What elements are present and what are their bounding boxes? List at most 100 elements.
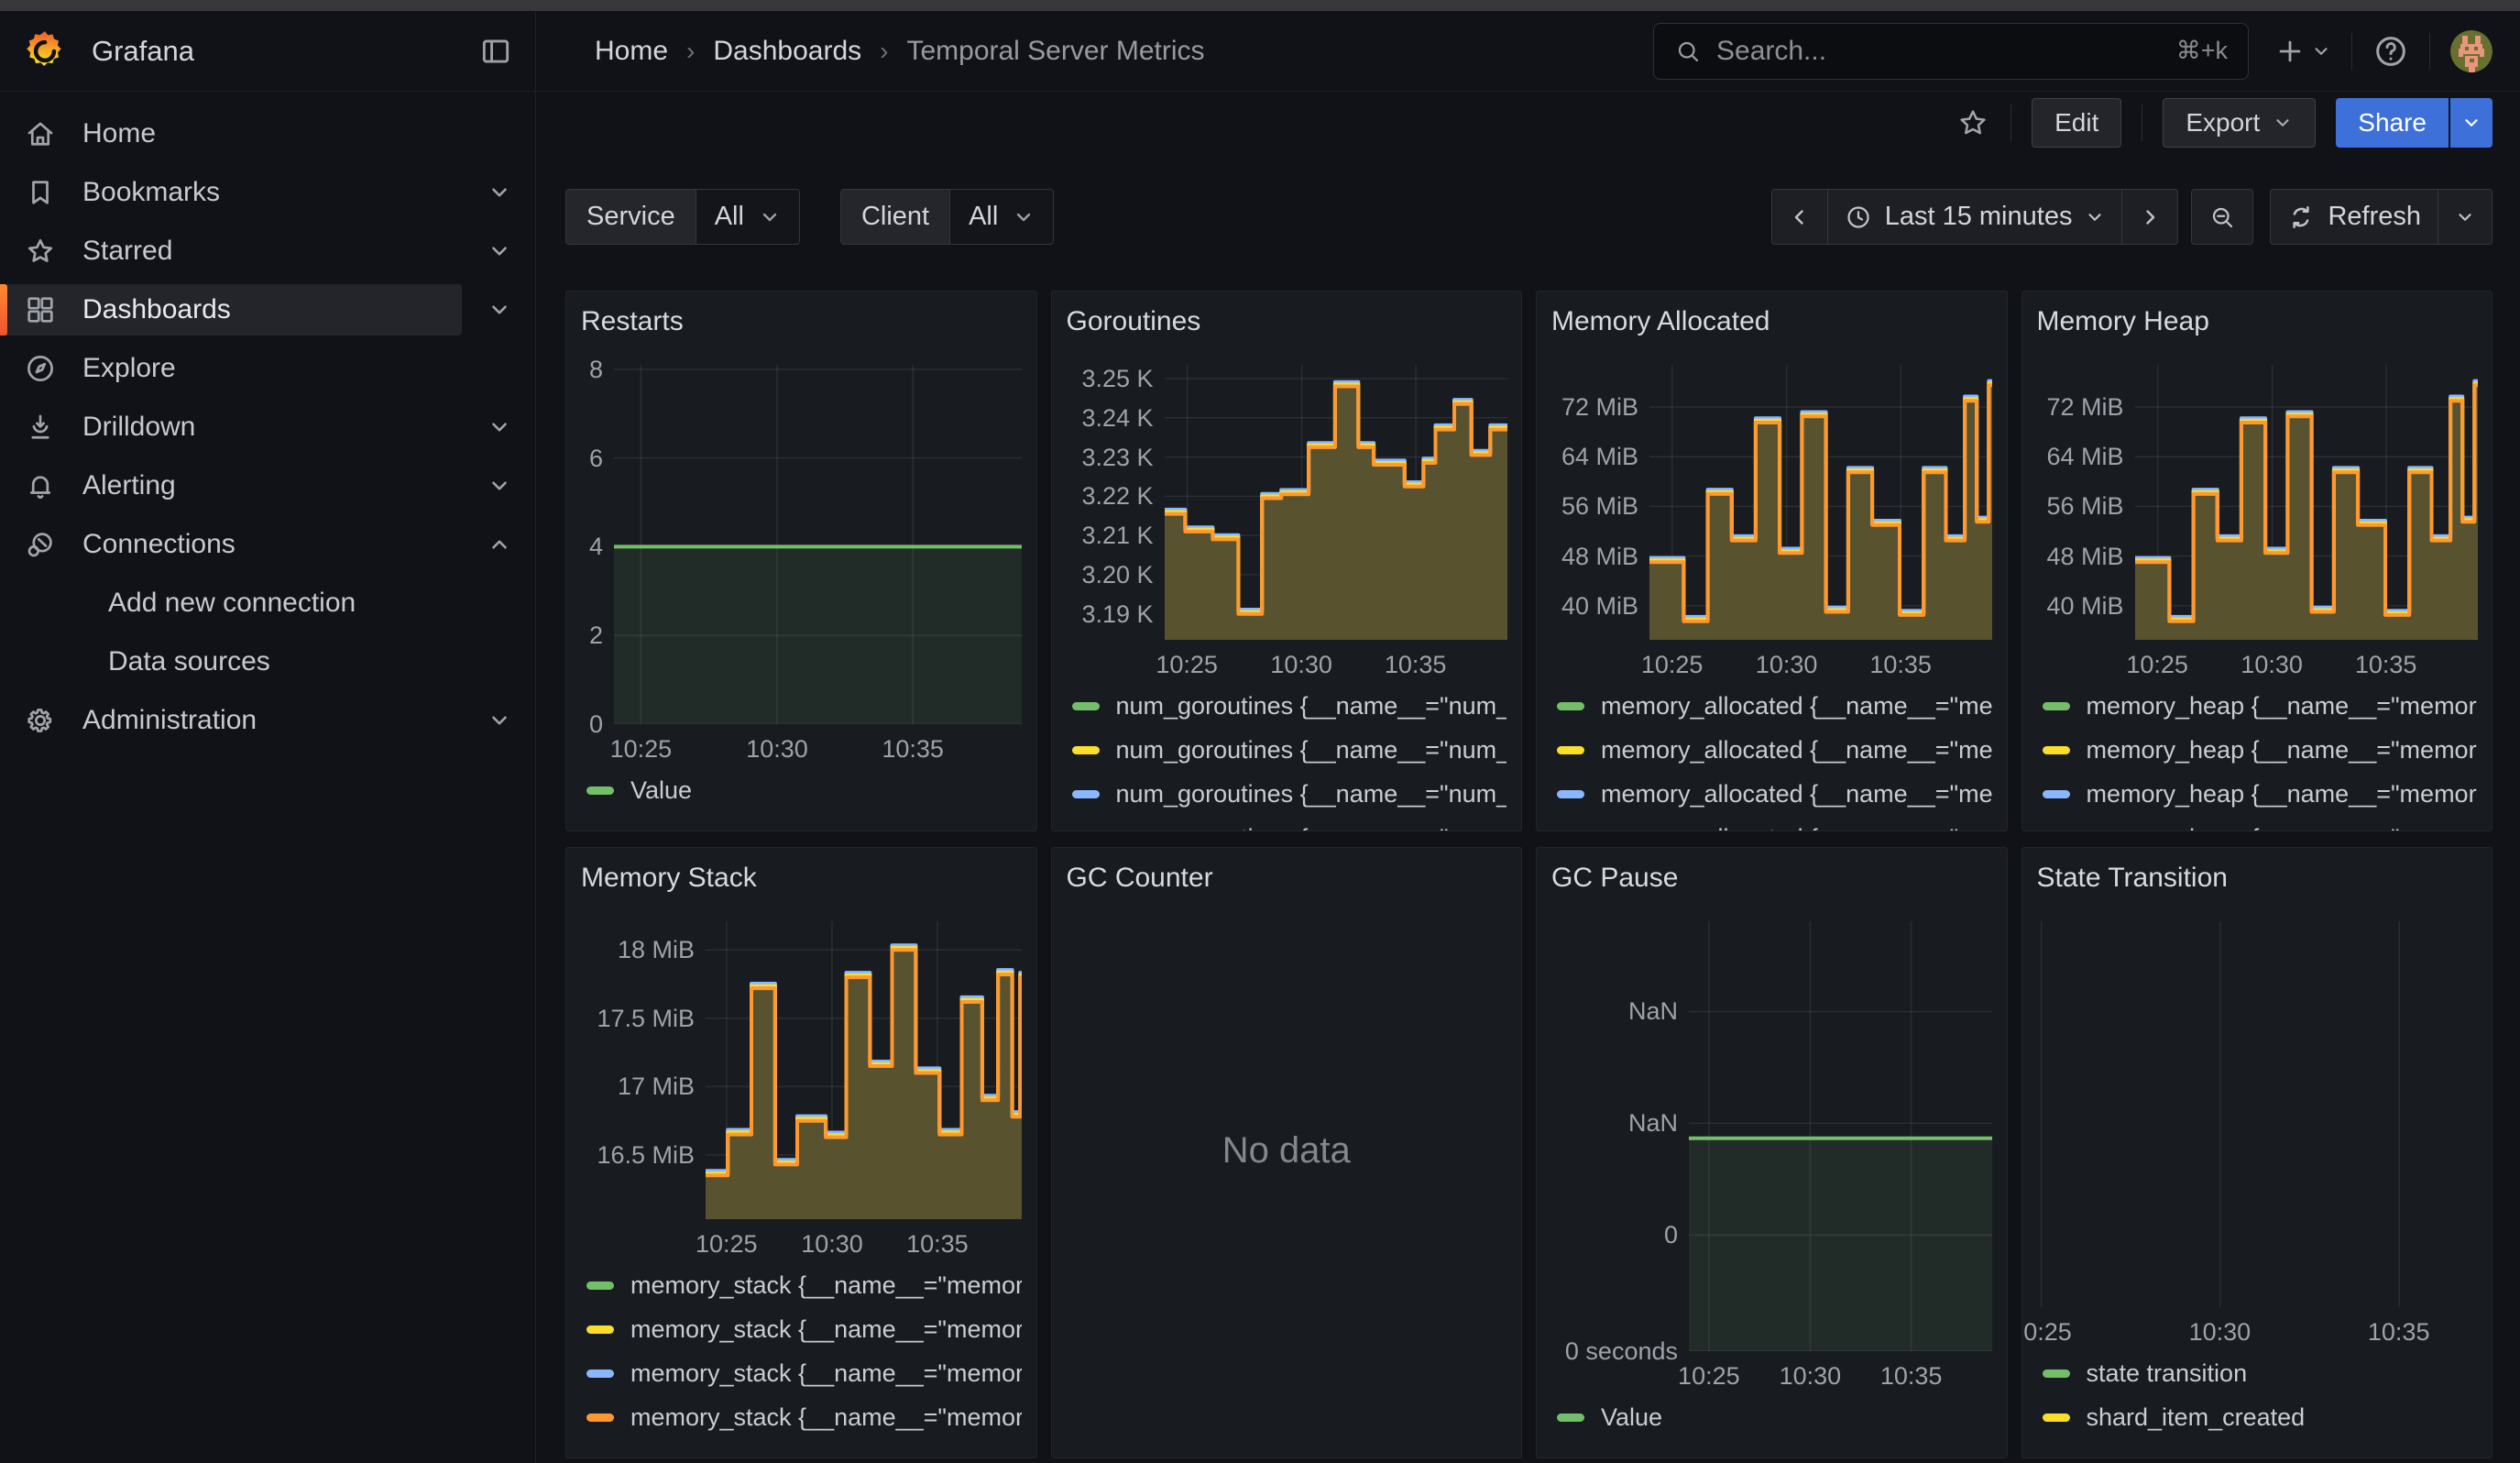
legend-item[interactable]: memory_stack {__name__="memory_s xyxy=(586,1311,1022,1348)
y-axis-label: 3.23 K xyxy=(1081,443,1153,472)
legend-item[interactable]: num_goroutines {__name__="num_go xyxy=(1072,776,1507,812)
legend-item[interactable]: memory_allocated {__name__="memo xyxy=(1557,776,1992,812)
divider xyxy=(2429,33,2430,70)
sidebar-item-label: Connections xyxy=(82,529,236,560)
x-axis-label: 10:25 xyxy=(2126,651,2188,679)
legend-item[interactable]: num_goroutines {__name__="num_go xyxy=(1072,820,1507,830)
chevron-down-icon xyxy=(2273,113,2293,133)
panel-title[interactable]: Memory Heap xyxy=(2037,302,2478,343)
y-axis: 72 MiB64 MiB56 MiB48 MiB40 MiB xyxy=(1551,365,1649,640)
legend-item[interactable]: Value xyxy=(1557,1399,1992,1436)
breadcrumb-item[interactable]: Dashboards xyxy=(713,36,861,67)
chevron-down-icon xyxy=(488,239,511,263)
chart-canvas[interactable] xyxy=(614,365,1022,724)
sidebar-item-dashboards[interactable]: Dashboards xyxy=(0,284,535,336)
zoom-out-button[interactable] xyxy=(2191,189,2253,245)
legend-item[interactable]: memory_stack {__name__="memory_s xyxy=(586,1267,1022,1304)
breadcrumb-item: Temporal Server Metrics xyxy=(906,36,1204,67)
filter-value[interactable]: All xyxy=(696,190,799,244)
y-axis-label: 40 MiB xyxy=(2046,591,2123,621)
filter-client[interactable]: ClientAll xyxy=(840,189,1054,245)
search-box[interactable]: ⌘+k xyxy=(1653,23,2249,80)
search-input[interactable] xyxy=(1716,36,2176,67)
legend-item[interactable]: memory_stack {__name__="memory_s xyxy=(586,1399,1022,1436)
chevron-down-icon xyxy=(2311,41,2331,61)
chart-canvas[interactable] xyxy=(1165,365,1507,640)
legend-label: memory_stack {__name__="memory_s xyxy=(630,1359,1022,1388)
legend-item[interactable]: Value xyxy=(586,772,1022,808)
chart-canvas[interactable] xyxy=(2135,365,2478,640)
chart-area: 10:2510:3010:35 xyxy=(2022,921,2493,1348)
panel-title[interactable]: Restarts xyxy=(581,302,1022,343)
legend-item[interactable]: memory_stack {__name__="memory_s xyxy=(586,1355,1022,1392)
legend-item[interactable]: num_goroutines {__name__="num_go xyxy=(1072,688,1507,724)
panel-title[interactable]: Memory Stack xyxy=(581,859,1022,899)
legend-item[interactable]: shard_item_created xyxy=(2043,1399,2478,1436)
filter-service[interactable]: ServiceAll xyxy=(565,189,800,245)
legend-item[interactable]: memory_allocated {__name__="memo xyxy=(1557,688,1992,724)
chart-canvas[interactable] xyxy=(2022,921,2493,1307)
refresh-interval-button[interactable] xyxy=(2438,189,2493,245)
sidebar-item-administration[interactable]: Administration xyxy=(0,695,535,746)
help-icon[interactable] xyxy=(2372,33,2409,70)
legend: num_goroutines {__name__="num_go num_goro… xyxy=(1067,680,1507,830)
share-button[interactable]: Share xyxy=(2336,98,2449,148)
legend-item[interactable]: memory_heap {__name__="memory_h xyxy=(2043,776,2478,812)
chevron-down-icon xyxy=(759,206,781,228)
breadcrumb-item[interactable]: Home xyxy=(595,36,668,67)
sidebar-item-connections[interactable]: Connections xyxy=(0,519,535,570)
y-axis-label: 64 MiB xyxy=(1561,442,1638,471)
x-axis-label: 10:35 xyxy=(1385,651,1447,679)
x-axis: 10:2510:3010:35 xyxy=(1165,640,1507,680)
y-axis-label: 72 MiB xyxy=(1561,392,1638,422)
sidebar-item-data-sources[interactable]: Data sources xyxy=(0,636,535,688)
chart-canvas[interactable] xyxy=(1689,921,1992,1351)
chart-canvas[interactable] xyxy=(706,921,1022,1219)
panel-title[interactable]: State Transition xyxy=(2037,859,2478,899)
y-axis: 86420 xyxy=(581,365,614,724)
sidebar-item-explore[interactable]: Explore xyxy=(0,343,535,394)
legend-item[interactable]: memory_heap {__name__="memory_h xyxy=(2043,820,2478,830)
time-back-button[interactable] xyxy=(1771,189,1828,245)
legend-label: memory_heap {__name__="memory_h xyxy=(2087,824,2478,831)
sidebar-item-home[interactable]: Home xyxy=(0,108,535,160)
legend-item[interactable]: memory_allocated {__name__="memo xyxy=(1557,820,1992,830)
legend-item[interactable]: state transition xyxy=(2043,1355,2478,1392)
sidebar-toggle-icon[interactable] xyxy=(478,34,513,69)
sidebar-item-add-new-connection[interactable]: Add new connection xyxy=(0,578,535,629)
y-axis-label: 6 xyxy=(589,444,603,473)
legend-item[interactable]: num_goroutines {__name__="num_go xyxy=(1072,732,1507,768)
export-button[interactable]: Export xyxy=(2163,98,2316,148)
add-new-button[interactable] xyxy=(2274,36,2331,67)
panel-title[interactable]: GC Counter xyxy=(1067,859,1507,899)
legend-item[interactable]: memory_heap {__name__="memory_h xyxy=(2043,688,2478,724)
filter-value[interactable]: All xyxy=(950,190,1053,244)
search-icon xyxy=(1674,38,1702,65)
legend-item[interactable]: memory_heap {__name__="memory_h xyxy=(2043,732,2478,768)
refresh-button[interactable]: Refresh xyxy=(2270,189,2438,245)
legend-item[interactable]: memory_allocated {__name__="memo xyxy=(1557,732,1992,768)
chart-canvas[interactable] xyxy=(1649,365,1992,640)
sidebar-item-alerting[interactable]: Alerting xyxy=(0,460,535,512)
legend: Value xyxy=(1551,1392,1992,1458)
sidebar-item-label: Bookmarks xyxy=(82,177,220,208)
edit-button[interactable]: Edit xyxy=(2032,98,2121,148)
panel-title[interactable]: Memory Allocated xyxy=(1551,302,1992,343)
legend-swatch xyxy=(2043,746,2070,754)
panel-title[interactable]: Goroutines xyxy=(1067,302,1507,343)
time-range-picker[interactable]: Last 15 minutes xyxy=(1828,189,2123,245)
x-axis-label: 10:25 xyxy=(1641,651,1704,679)
grafana-logo-icon[interactable] xyxy=(22,28,68,74)
sidebar-item-starred[interactable]: Starred xyxy=(0,226,535,277)
x-axis-label: 10:35 xyxy=(1880,1362,1943,1391)
panel-title[interactable]: GC Pause xyxy=(1551,859,1992,899)
time-forward-button[interactable] xyxy=(2122,189,2178,245)
breadcrumb: Home›Dashboards›Temporal Server Metrics xyxy=(595,36,1205,67)
apps-icon xyxy=(24,293,57,326)
sidebar-item-drilldown[interactable]: Drilldown xyxy=(0,402,535,453)
avatar[interactable] xyxy=(2450,30,2493,72)
x-axis-label: 10:30 xyxy=(2189,1318,2252,1347)
sidebar-item-bookmarks[interactable]: Bookmarks xyxy=(0,167,535,218)
favorite-star-icon[interactable] xyxy=(1956,105,1990,140)
share-dropdown-button[interactable] xyxy=(2450,98,2493,148)
